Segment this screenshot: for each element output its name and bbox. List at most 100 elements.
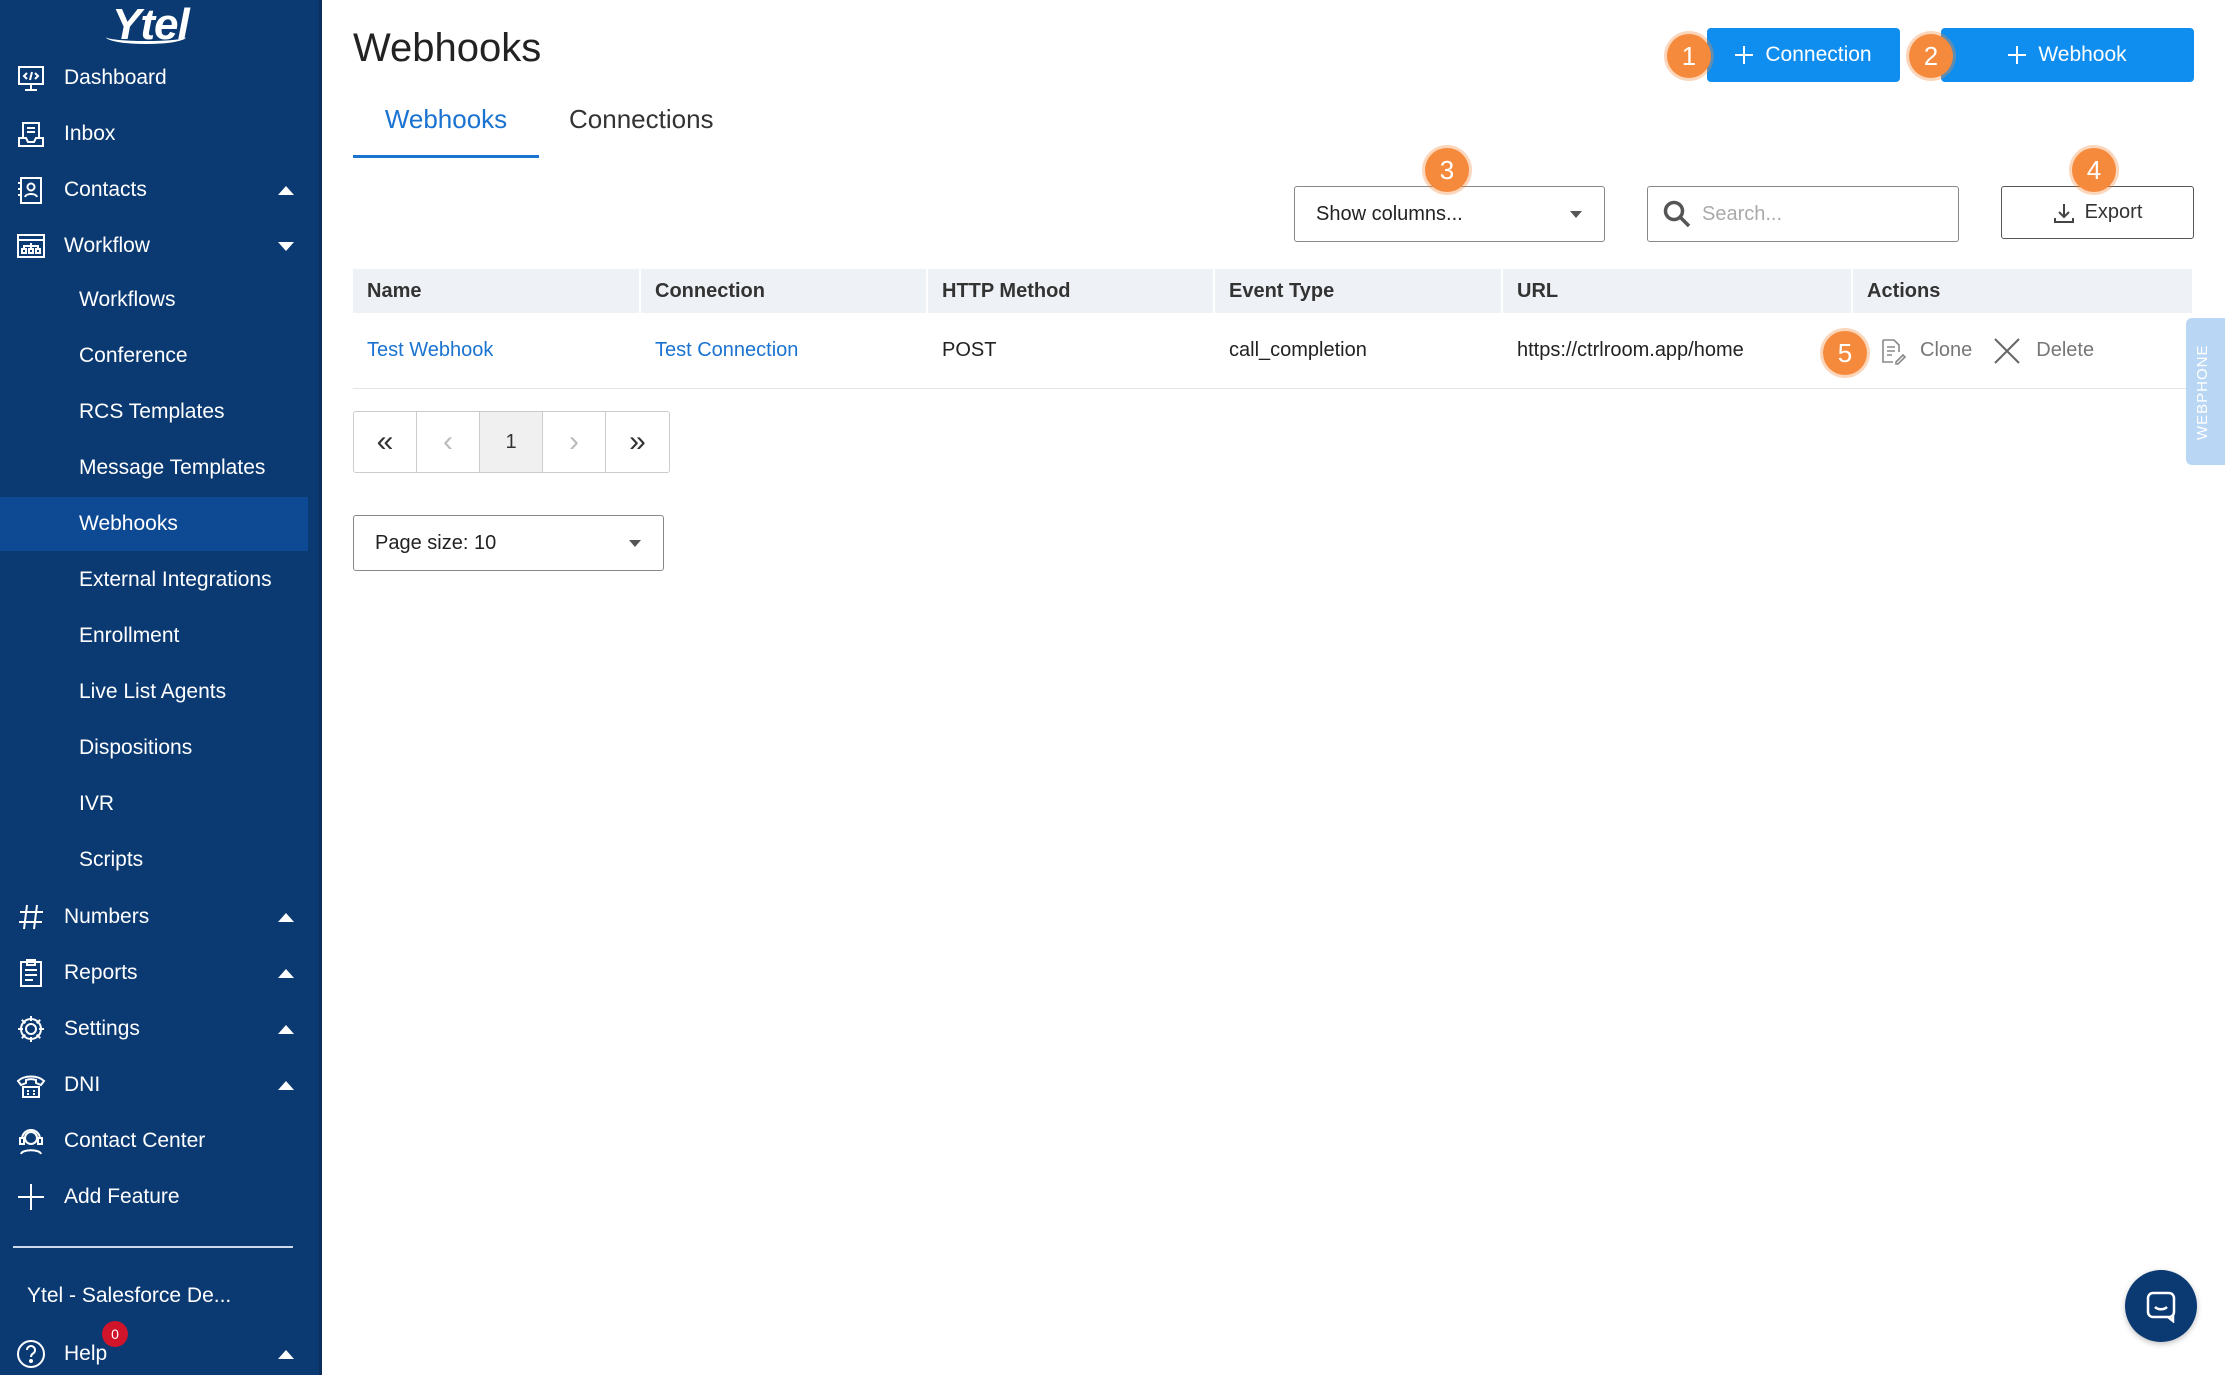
sidebar-subitem-ivr[interactable]: IVR [0, 777, 308, 831]
clone-button[interactable]: Clone [1878, 337, 1972, 365]
table-row: Test Webhook Test Connection POST call_c… [353, 313, 2194, 389]
add-webhook-label: Webhook [2038, 43, 2127, 66]
sidebar-divider [13, 1246, 293, 1248]
sidebar-item-contact-center[interactable]: Contact Center [0, 1113, 308, 1169]
table-header: Name Connection HTTP Method Event Type U… [353, 269, 2194, 313]
tab-webhooks[interactable]: Webhooks [353, 100, 539, 158]
clone-icon [1878, 337, 1906, 365]
delete-label: Delete [2036, 339, 2095, 361]
sidebar-item-workflow[interactable]: Workflow [0, 218, 308, 274]
sidebar-item-label: Add Feature [64, 1185, 180, 1208]
close-icon [1992, 336, 2022, 366]
delete-button[interactable]: Delete [1992, 336, 2094, 366]
plus-icon [1735, 46, 1754, 64]
step-marker-4: 4 [2072, 148, 2116, 192]
phone-icon [14, 1068, 48, 1102]
ytel-logo[interactable]: Ytel [106, 0, 190, 50]
webhook-name-link[interactable]: Test Webhook [353, 313, 641, 388]
search-input[interactable] [1702, 202, 1932, 226]
sidebar: Ytel Dashboard Inbox Contacts Workflow W… [0, 0, 322, 1375]
add-connection-button[interactable]: Connection [1707, 28, 1900, 82]
plus-icon [2008, 46, 2027, 64]
column-header-event-type[interactable]: Event Type [1215, 269, 1503, 313]
first-page-button[interactable]: « [354, 412, 417, 472]
sidebar-item-dni[interactable]: DNI [0, 1057, 308, 1113]
sidebar-item-label: Help [64, 1342, 108, 1365]
help-icon [14, 1337, 48, 1371]
sidebar-item-inbox[interactable]: Inbox [0, 106, 308, 162]
sidebar-subitem-enrollment[interactable]: Enrollment [0, 609, 308, 663]
sidebar-subitem-message-templates[interactable]: Message Templates [0, 441, 308, 495]
sidebar-item-label: Dashboard [64, 66, 167, 89]
sidebar-item-label: Reports [64, 961, 138, 984]
column-header-connection[interactable]: Connection [641, 269, 928, 313]
export-button[interactable]: Export [2001, 186, 2194, 239]
sidebar-item-label: Workflow [64, 234, 150, 257]
workflow-icon [14, 229, 48, 263]
last-page-button[interactable]: » [606, 412, 669, 472]
add-connection-label: Connection [1765, 43, 1872, 66]
clone-label: Clone [1920, 339, 1973, 361]
sidebar-item-settings[interactable]: Settings [0, 1001, 308, 1057]
sidebar-subitem-rcs-templates[interactable]: RCS Templates [0, 385, 308, 439]
chat-icon [2144, 1289, 2178, 1323]
sidebar-subitem-dispositions[interactable]: Dispositions [0, 721, 308, 775]
gear-icon [14, 1012, 48, 1046]
dropdown-arrow-icon [629, 540, 641, 547]
sidebar-item-label: Contact Center [64, 1129, 206, 1152]
webphone-tab[interactable]: WEBPHONE [2186, 318, 2225, 465]
step-marker-1: 1 [1667, 34, 1711, 78]
pagination: « ‹ 1 › » [353, 411, 670, 473]
sidebar-subitem-webhooks[interactable]: Webhooks [0, 497, 308, 551]
sidebar-item-dashboard[interactable]: Dashboard [0, 50, 308, 106]
tab-connections[interactable]: Connections [569, 100, 714, 158]
actions-cell: Clone Delete [1853, 313, 2194, 388]
event-type-cell: call_completion [1229, 339, 1367, 361]
sidebar-item-numbers[interactable]: Numbers [0, 889, 308, 945]
http-method-cell: POST [942, 339, 997, 361]
sidebar-subitem-live-list-agents[interactable]: Live List Agents [0, 665, 308, 719]
sidebar-subitem-scripts[interactable]: Scripts [0, 833, 308, 887]
url-cell: https://ctrlroom.app/home [1517, 339, 1744, 361]
sidebar-item-label: Contacts [64, 178, 147, 201]
inbox-icon [14, 117, 48, 151]
show-columns-label: Show columns... [1316, 202, 1463, 225]
chevron-up-icon[interactable] [278, 1349, 294, 1359]
chevron-up-icon[interactable] [278, 1024, 294, 1034]
sidebar-item-label: Numbers [64, 905, 150, 928]
sidebar-subitem-workflows[interactable]: Workflows [0, 273, 308, 327]
plus-icon [14, 1180, 48, 1214]
column-header-http-method[interactable]: HTTP Method [928, 269, 1215, 313]
sidebar-item-help[interactable]: Help [0, 1326, 308, 1375]
sidebar-subitem-external-integrations[interactable]: External Integrations [0, 553, 308, 607]
connection-name-link[interactable]: Test Connection [641, 313, 928, 388]
sidebar-item-label: Settings [64, 1017, 140, 1040]
sidebar-subitem-conference[interactable]: Conference [0, 329, 308, 383]
next-page-button[interactable]: › [543, 412, 606, 472]
step-marker-2: 2 [1909, 34, 1953, 78]
add-webhook-button[interactable]: Webhook [1941, 28, 2194, 82]
page-size-label: Page size: 10 [375, 531, 497, 554]
search-icon [1662, 199, 1692, 229]
sidebar-item-add-feature[interactable]: Add Feature [0, 1169, 308, 1225]
chevron-up-icon[interactable] [278, 185, 294, 195]
prev-page-button[interactable]: ‹ [417, 412, 480, 472]
search-field[interactable] [1647, 186, 1959, 242]
column-header-actions: Actions [1853, 269, 2194, 313]
page-size-select[interactable]: Page size: 10 [353, 515, 664, 571]
notification-badge: 0 [102, 1321, 128, 1347]
sidebar-item-reports[interactable]: Reports [0, 945, 308, 1001]
show-columns-select[interactable]: Show columns... [1294, 186, 1605, 242]
chevron-up-icon[interactable] [278, 968, 294, 978]
sidebar-item-label: Inbox [64, 122, 116, 145]
column-header-name[interactable]: Name [353, 269, 641, 313]
sidebar-item-contacts[interactable]: Contacts [0, 162, 308, 218]
chevron-up-icon[interactable] [278, 1080, 294, 1090]
chevron-down-icon[interactable] [278, 241, 294, 251]
page-1-button[interactable]: 1 [480, 412, 543, 472]
org-switcher[interactable]: Ytel - Salesforce De... [27, 1284, 231, 1308]
column-header-url[interactable]: URL [1503, 269, 1853, 313]
chevron-up-icon[interactable] [278, 912, 294, 922]
chat-launcher-button[interactable] [2125, 1270, 2197, 1342]
webphone-label: WEBPHONE [2194, 344, 2211, 440]
